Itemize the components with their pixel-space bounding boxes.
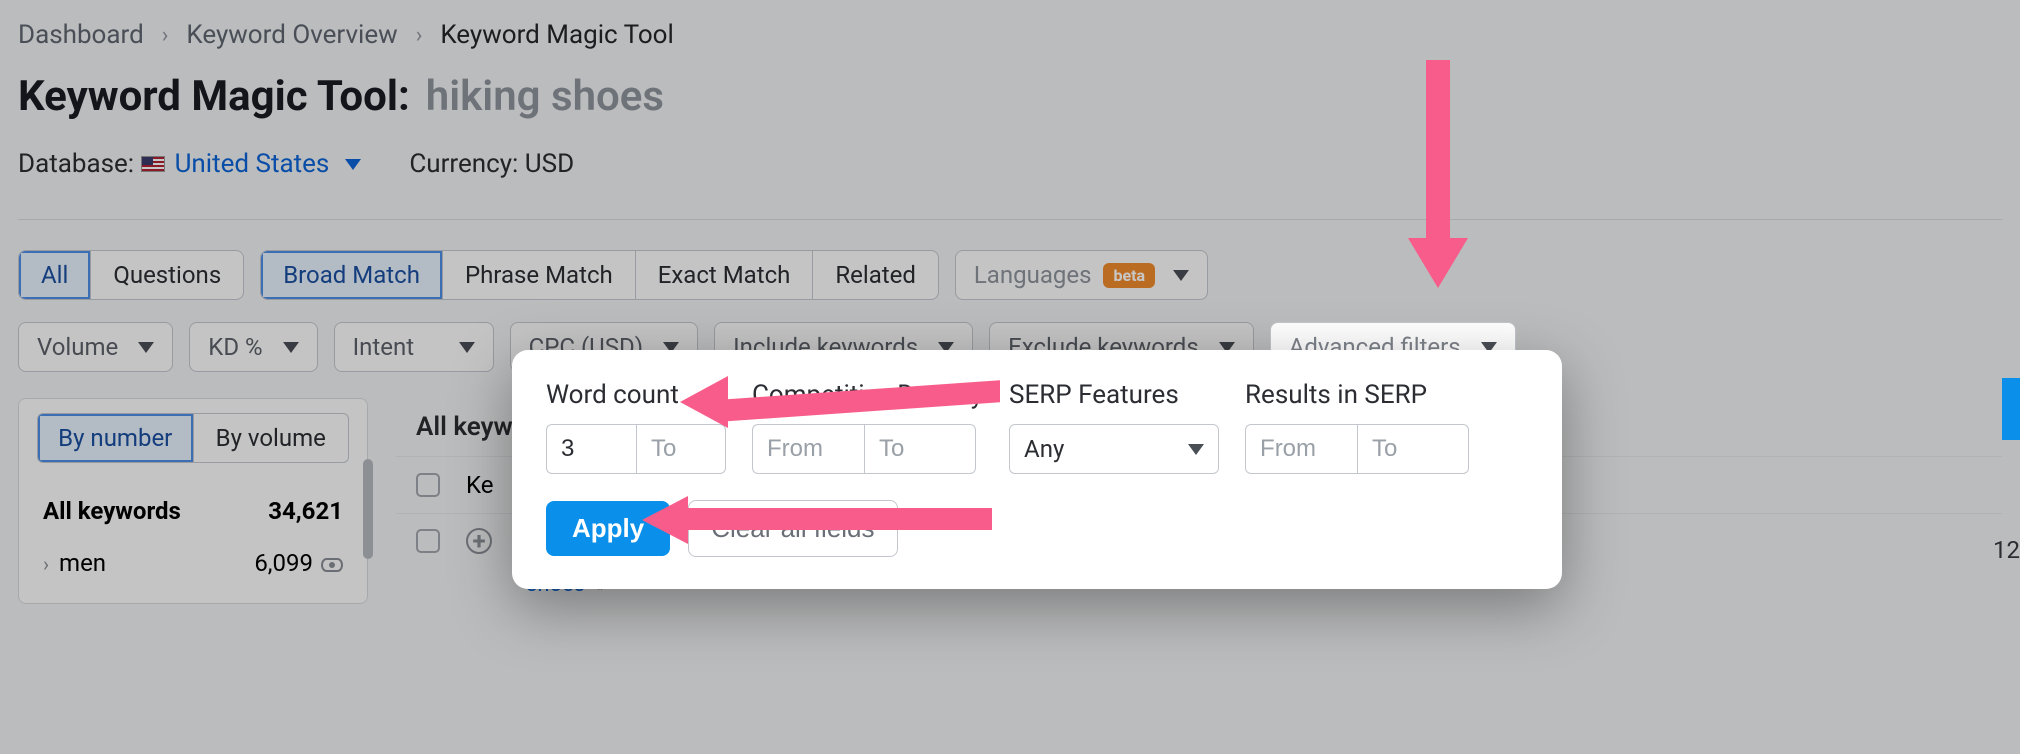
group-label: All keywords [43,497,181,525]
currency-display: Currency: USD [409,149,574,179]
tabs-row: All Questions Broad Match Phrase Match E… [18,250,2002,300]
currency-value: USD [525,149,574,179]
word-count-from-input[interactable] [546,424,636,474]
filter-intent[interactable]: Intent [334,322,494,372]
results-serp-from-input[interactable] [1245,424,1357,474]
database-label: Database: [18,149,134,179]
chevron-down-icon [283,342,299,353]
serp-features-value: Any [1024,435,1064,463]
match-segment: Broad Match Phrase Match Exact Match Rel… [260,250,939,300]
filter-volume[interactable]: Volume [18,322,173,372]
sort-segment: By number By volume [37,413,349,463]
title-label: Keyword Magic Tool: [18,72,410,121]
results-in-serp-label: Results in SERP [1245,380,1469,410]
results-serp-to-input[interactable] [1357,424,1469,474]
crumb-dashboard[interactable]: Dashboard [18,20,144,50]
word-count-group: Word count [546,380,726,474]
row-checkbox[interactable] [416,529,440,553]
serp-features-label: SERP Features [1009,380,1219,410]
database-country: United States [175,149,330,179]
currency-label: Currency: [409,149,518,179]
us-flag-icon [141,156,165,172]
eye-icon[interactable] [321,558,343,572]
advanced-filters-popover: Word count Competitive Density SERP Feat… [512,350,1562,589]
clear-all-button[interactable]: Clear all fields [688,500,897,557]
chevron-down-icon [459,342,475,353]
competitive-density-label: Competitive Density [752,380,983,410]
tab-all[interactable]: All [19,251,91,299]
chevron-down-icon [138,342,154,353]
cutoff-element [2002,378,2020,440]
chevron-down-icon [1188,444,1204,455]
group-count: 6,099 [254,549,313,577]
crumb-overview[interactable]: Keyword Overview [186,20,397,50]
group-men[interactable]: › men 6,099 [37,537,349,589]
scrollbar[interactable] [363,459,373,559]
word-count-to-input[interactable] [636,424,726,474]
chevron-right-icon: › [43,552,49,576]
beta-badge: beta [1103,263,1155,288]
competitive-density-group: Competitive Density [752,380,983,474]
meta-row: Database: United States Currency: USD [18,149,2002,179]
database-selector[interactable]: Database: United States [18,149,361,179]
word-count-label: Word count [546,380,726,410]
add-icon[interactable]: + [466,528,492,554]
languages-label: Languages [974,261,1092,289]
title-query: hiking shoes [426,72,664,121]
group-count: 34,621 [268,497,343,525]
groups-sidebar: By number By volume All keywords 34,621 … [18,398,368,604]
tab-questions[interactable]: Questions [91,251,243,299]
comp-density-from-input[interactable] [752,424,864,474]
breadcrumb: Dashboard › Keyword Overview › Keyword M… [18,20,2002,50]
cutoff-number: 12 [1993,536,2020,564]
tab-related[interactable]: Related [813,251,938,299]
select-all-checkbox[interactable] [416,473,440,497]
chevron-down-icon [1173,270,1189,281]
crumb-current: Keyword Magic Tool [440,20,674,50]
column-keyword: Ke [466,471,493,499]
divider [18,219,2002,220]
serp-features-select[interactable]: Any [1009,424,1219,474]
sort-by-number[interactable]: By number [38,414,194,462]
tab-exact-match[interactable]: Exact Match [636,251,814,299]
tab-phrase-match[interactable]: Phrase Match [443,251,636,299]
chevron-down-icon [345,159,361,170]
chevron-right-icon: › [416,23,423,48]
filter-kd[interactable]: KD % [189,322,317,372]
sort-by-volume[interactable]: By volume [194,414,349,462]
type-segment: All Questions [18,250,244,300]
group-label: men [59,549,106,577]
chevron-right-icon: › [162,23,169,48]
page-title: Keyword Magic Tool: hiking shoes [18,72,2002,121]
group-all-keywords[interactable]: All keywords 34,621 [37,485,349,537]
tab-broad-match[interactable]: Broad Match [261,251,443,299]
languages-dropdown[interactable]: Languages beta [955,250,1208,300]
comp-density-to-input[interactable] [864,424,976,474]
serp-features-group: SERP Features Any [1009,380,1219,474]
apply-button[interactable]: Apply [546,501,670,556]
results-in-serp-group: Results in SERP [1245,380,1469,474]
